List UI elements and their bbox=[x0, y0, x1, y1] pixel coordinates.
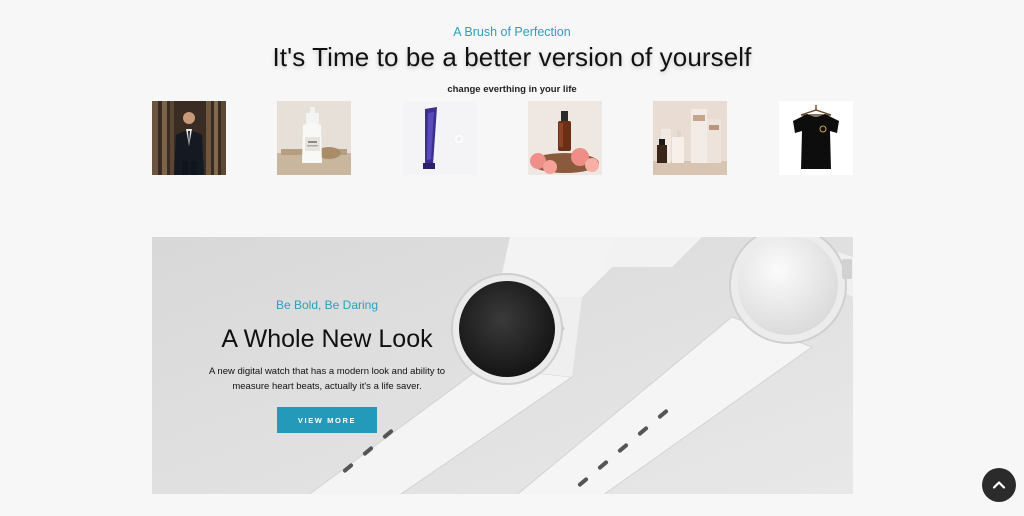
page: A Brush of Perfection It's Time to be a … bbox=[0, 0, 1024, 516]
suit-man-image bbox=[152, 101, 226, 175]
banner-subtitle: Be Bold, Be Daring bbox=[275, 298, 379, 312]
product-thumb-lotion[interactable] bbox=[277, 101, 351, 175]
banner-description-line-2: measure heart beats, actually it's a lif… bbox=[232, 381, 422, 392]
lotion-bottle-image bbox=[277, 101, 351, 175]
product-thumb-serum[interactable] bbox=[528, 101, 602, 175]
product-thumb-skincare-set[interactable] bbox=[653, 101, 727, 175]
scroll-to-top-button[interactable] bbox=[982, 468, 1016, 502]
cream-tube-image bbox=[403, 101, 477, 175]
hero-subtitle: A Brush of Perfection bbox=[453, 25, 571, 39]
banner-title: A Whole New Look bbox=[221, 325, 433, 353]
product-gallery bbox=[152, 101, 853, 175]
skincare-set-image bbox=[653, 101, 727, 175]
product-thumb-cream[interactable] bbox=[403, 101, 477, 175]
banner-description-line-1: A new digital watch that has a modern lo… bbox=[208, 366, 446, 377]
view-more-button[interactable]: VIEW MORE bbox=[277, 407, 377, 433]
product-thumb-suit[interactable] bbox=[152, 101, 226, 175]
promo-banner: Be Bold, Be Daring A Whole New Look A ne… bbox=[152, 237, 853, 494]
product-thumb-tshirt[interactable] bbox=[779, 101, 853, 175]
banner-description: A new digital watch that has a modern lo… bbox=[192, 364, 462, 394]
serum-bottle-image bbox=[528, 101, 602, 175]
hero-title: It's Time to be a better version of your… bbox=[272, 42, 752, 72]
hero-tagline: change everthing in your life bbox=[447, 84, 577, 95]
black-tshirt-image bbox=[779, 101, 853, 175]
chevron-up-icon bbox=[992, 481, 1006, 489]
